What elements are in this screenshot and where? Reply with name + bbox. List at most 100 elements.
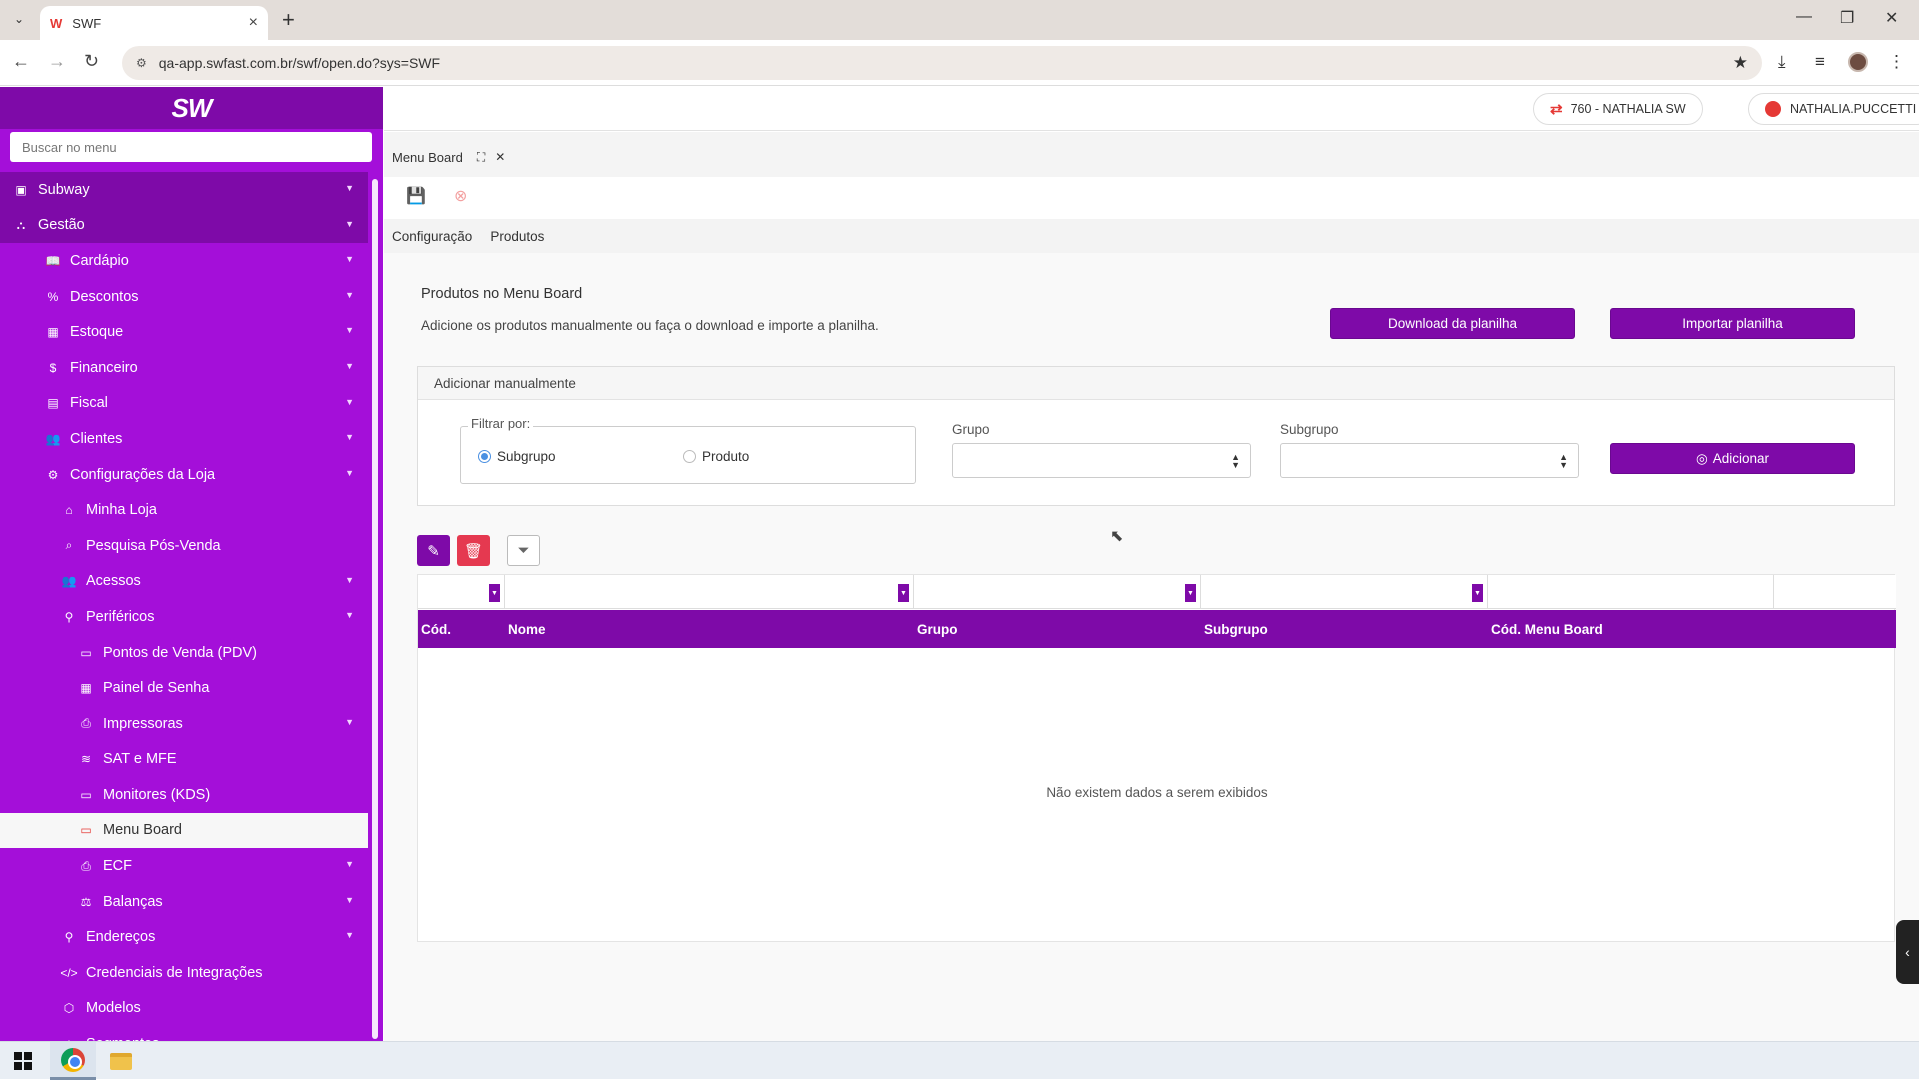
sidebar-item-subway[interactable]: ▣ Subway ▼ [0, 172, 368, 208]
back-icon[interactable]: ← [12, 51, 30, 72]
sidebar: SW ▣ Subway ▼ ⛬ Gestão ▼ 📖 Cardápio ▼% Descontos ▼… [0, 87, 383, 1041]
sidebar-menu: ▣ Subway ▼ ⛬ Gestão ▼ 📖 Cardápio ▼% Descontos ▼ ▦ Es… [0, 172, 368, 1041]
radio-produto-indicator[interactable] [683, 450, 696, 463]
minimize-icon[interactable]: — [1796, 8, 1812, 26]
radio-subgrupo-indicator[interactable] [478, 450, 491, 463]
sidebar-item-minha-loja[interactable]: ⌂ Minha Loja [0, 492, 368, 528]
filter-cell-nome[interactable]: ▼ [505, 575, 914, 609]
sidebar-item-painel-de-senha[interactable]: ▦ Painel de Senha [0, 670, 368, 706]
col-subgrupo[interactable]: Subgrupo [1204, 610, 1268, 648]
chevron-down-icon: ▼ [345, 360, 354, 371]
col-nome[interactable]: Nome [508, 610, 546, 648]
media-icon[interactable]: ≡ [1815, 52, 1825, 72]
store-switch-button[interactable]: ⇄ 760 - NATHALIA SW [1533, 93, 1703, 125]
import-spreadsheet-button[interactable]: Importar planilha [1610, 308, 1855, 339]
chevron-down-icon: ▼ [345, 325, 354, 336]
close-tab-icon[interactable]: × [249, 14, 258, 32]
profile-avatar[interactable] [1848, 52, 1868, 72]
menu-search-input[interactable] [10, 132, 372, 162]
sidebar-item-estoque[interactable]: ▦ Estoque ▼ [0, 314, 368, 350]
sidebar-item-label: Pontos de Venda (PDV) [103, 644, 257, 661]
subgrupo-select[interactable]: ▲ ▼ [1280, 443, 1579, 478]
taskbar [0, 1041, 1919, 1080]
grupo-select[interactable]: ▲ ▼ [952, 443, 1251, 478]
browser-tab[interactable]: W SWF × [40, 6, 268, 40]
download-icon[interactable]: ⤓ [1778, 52, 1786, 72]
close-icon[interactable]: ✕ [495, 150, 505, 164]
sidebar-item-descontos[interactable]: % Descontos ▼ [0, 279, 368, 315]
sidebar-item-enderecos[interactable]: ⚲ Endereços ▼ [0, 919, 368, 955]
sidebar-scrollbar[interactable] [372, 179, 378, 1039]
sidebar-item-fiscal[interactable]: ▤ Fiscal ▼ [0, 386, 368, 422]
monitor-icon: ▭ [80, 823, 92, 838]
radio-subgrupo[interactable]: Subgrupo [478, 449, 556, 464]
sidebar-item-financeiro[interactable]: $ Financeiro ▼ [0, 350, 368, 386]
chrome-taskbar-icon[interactable] [50, 1042, 96, 1080]
forward-icon[interactable]: → [48, 51, 66, 72]
cancel-icon[interactable]: ⊗ [454, 186, 467, 206]
sidebar-item-pesquisa-pos-venda[interactable]: ⌕ Pesquisa Pós-Venda [0, 528, 368, 564]
tab-produtos[interactable]: Produtos [490, 229, 544, 244]
reload-icon[interactable]: ↻ [84, 51, 99, 72]
sidebar-item-menu-board[interactable]: ▭ Menu Board [0, 812, 368, 849]
sidebar-item-ecf[interactable]: ⎙ ECF ▼ [0, 848, 368, 884]
bookmark-star-icon[interactable]: ★ [1733, 53, 1748, 73]
sidebar-item-monitores-kds[interactable]: ▭ Monitores (KDS) [0, 777, 368, 813]
toolbar: 💾 ⊗ [384, 177, 1919, 219]
filter-cell-cod-menu-board[interactable] [1488, 575, 1774, 609]
sidebar-item-configuracoes-da-loja[interactable]: ⚙ Configurações da Loja ▼ [0, 457, 368, 493]
sidebar-item-balancas[interactable]: ⚖ Balanças ▼ [0, 884, 368, 920]
sidebar-item-clientes[interactable]: 👥 Clientes ▼ [0, 421, 368, 457]
filter-handle-icon[interactable]: ▼ [489, 584, 500, 602]
filter-handle-icon[interactable]: ▼ [898, 584, 909, 602]
tab-configuracao[interactable]: Configuração [392, 229, 472, 244]
filter-button[interactable]: ⏷ [507, 535, 540, 566]
new-tab-icon[interactable]: + [282, 7, 295, 33]
select-arrows-icon: ▲ ▼ [1559, 452, 1568, 470]
sidebar-item-impressoras[interactable]: ⎙ Impressoras ▼ [0, 706, 368, 742]
col-grupo[interactable]: Grupo [917, 610, 958, 648]
filter-handle-icon[interactable]: ▼ [1185, 584, 1196, 602]
sidebar-item-sat-e-mfe[interactable]: ≋ SAT e MFE [0, 742, 368, 778]
dollar-icon: $ [49, 360, 57, 375]
user-menu-button[interactable]: NATHALIA.PUCCETTI [1748, 93, 1919, 125]
expand-icon[interactable]: ⛶ [477, 150, 485, 165]
filter-handle-icon[interactable]: ▼ [1472, 584, 1483, 602]
url-field[interactable]: ⚙ qa-app.swfast.com.br/swf/open.do?sys=S… [122, 46, 1762, 80]
collapse-panel-icon[interactable]: ‹ [1896, 920, 1919, 984]
sidebar-item-modelos[interactable]: ⬡ Modelos [0, 991, 368, 1027]
sidebar-item-credenciais-de-integracoes[interactable]: </> Credenciais de Integrações [0, 955, 368, 991]
file-explorer-icon[interactable] [98, 1042, 144, 1080]
add-button[interactable]: ◎ Adicionar [1610, 443, 1855, 474]
tab-search-icon[interactable]: ⌄ [8, 8, 30, 30]
sidebar-item-label: Menu Board [103, 822, 182, 839]
save-icon[interactable]: 💾 [406, 186, 426, 206]
close-window-icon[interactable]: ✕ [1885, 8, 1898, 28]
edit-button[interactable]: ✎ [417, 535, 450, 566]
tab-menu-board[interactable]: Menu Board ⛶ ✕ [384, 141, 514, 173]
sidebar-item-perifericos[interactable]: ⚲ Periféricos ▼ [0, 599, 368, 635]
favicon-icon: W [50, 15, 63, 31]
delete-button[interactable]: 🗑 [457, 535, 490, 566]
sidebar-item-label: Gestão [38, 217, 85, 234]
sidebar-item-cardapio[interactable]: 📖 Cardápio ▼ [0, 243, 368, 279]
col-cod-menu-board[interactable]: Cód. Menu Board [1491, 610, 1603, 648]
more-menu-icon[interactable]: ⋮ [1888, 52, 1905, 72]
col-cod[interactable]: Cód. [421, 610, 451, 648]
download-spreadsheet-button[interactable]: Download da planilha [1330, 308, 1575, 339]
restore-icon[interactable]: ❐ [1840, 8, 1854, 28]
sidebar-item-segmentos[interactable]: ◈Segmentos [0, 1026, 368, 1041]
panel-title: Adicionar manualmente [418, 367, 1894, 400]
radio-produto[interactable]: Produto [683, 449, 749, 464]
filter-cell-grupo[interactable]: ▼ [914, 575, 1201, 609]
sidebar-item-label: SAT e MFE [103, 751, 177, 768]
filter-cell-cod[interactable]: ▼ [418, 575, 505, 609]
sidebar-item-acessos[interactable]: 👥 Acessos ▼ [0, 564, 368, 600]
sidebar-item-pontos-de-venda-pdv[interactable]: ▭ Pontos de Venda (PDV) [0, 635, 368, 671]
sidebar-item-gestao[interactable]: ⛬ Gestão ▼ [0, 207, 368, 244]
site-info-icon[interactable]: ⚙ [136, 56, 147, 70]
file-icon: ▤ [47, 396, 59, 411]
mouse-cursor-icon: ⬉ [1110, 528, 1124, 545]
windows-start-icon[interactable] [0, 1042, 46, 1080]
filter-cell-subgrupo[interactable]: ▼ [1201, 575, 1488, 609]
